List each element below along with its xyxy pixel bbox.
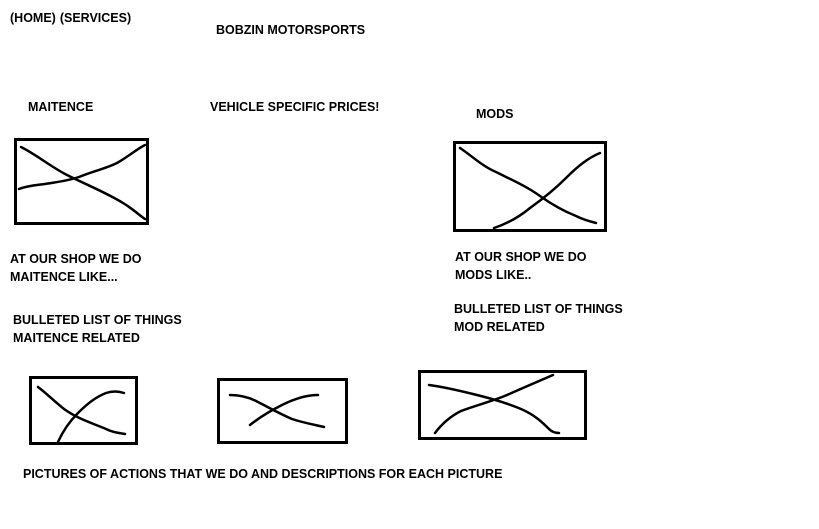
prices-heading: VEHICLE SPECIFIC PRICES! [210, 100, 380, 114]
image-placeholder-icon [427, 373, 561, 435]
gallery-caption: PICTURES OF ACTIONS THAT WE DO AND DESCR… [23, 467, 503, 481]
maintenance-image-placeholder [14, 138, 149, 225]
top-nav: (HOME) (SERVICES) [10, 9, 135, 27]
mods-list-line: MOD RELATED [454, 320, 545, 334]
gallery-picture [29, 376, 138, 445]
image-placeholder-icon [228, 393, 326, 429]
image-placeholder-icon [17, 143, 147, 221]
mods-list-line: BULLETED LIST OF THINGS [454, 302, 623, 316]
image-placeholder-icon [458, 146, 602, 230]
gallery-picture [418, 370, 587, 440]
mods-image-placeholder [453, 141, 607, 232]
gallery-picture [217, 378, 348, 444]
nav-services-link[interactable]: (SERVICES) [60, 11, 131, 25]
nav-home-link[interactable]: (HOME) [10, 11, 56, 25]
image-placeholder-icon [36, 385, 127, 444]
maintenance-heading: MAITENCE [28, 100, 94, 114]
maintenance-intro-line: MAITENCE LIKE... [10, 270, 118, 284]
mods-intro-line: AT OUR SHOP WE DO [455, 250, 587, 264]
mods-list-placeholder: BULLETED LIST OF THINGS MOD RELATED [454, 300, 623, 336]
site-title: BOBZIN MOTORSPORTS [216, 23, 366, 37]
mods-heading: MODS [476, 107, 514, 121]
maintenance-intro-line: AT OUR SHOP WE DO [10, 252, 142, 266]
maintenance-list-placeholder: BULLETED LIST OF THINGS MAITENCE RELATED [13, 311, 182, 347]
maintenance-intro: AT OUR SHOP WE DO MAITENCE LIKE... [10, 250, 142, 286]
maintenance-list-line: BULLETED LIST OF THINGS [13, 313, 182, 327]
mods-intro: AT OUR SHOP WE DO MODS LIKE.. [455, 248, 587, 284]
mods-intro-line: MODS LIKE.. [455, 268, 532, 282]
maintenance-list-line: MAITENCE RELATED [13, 331, 140, 345]
